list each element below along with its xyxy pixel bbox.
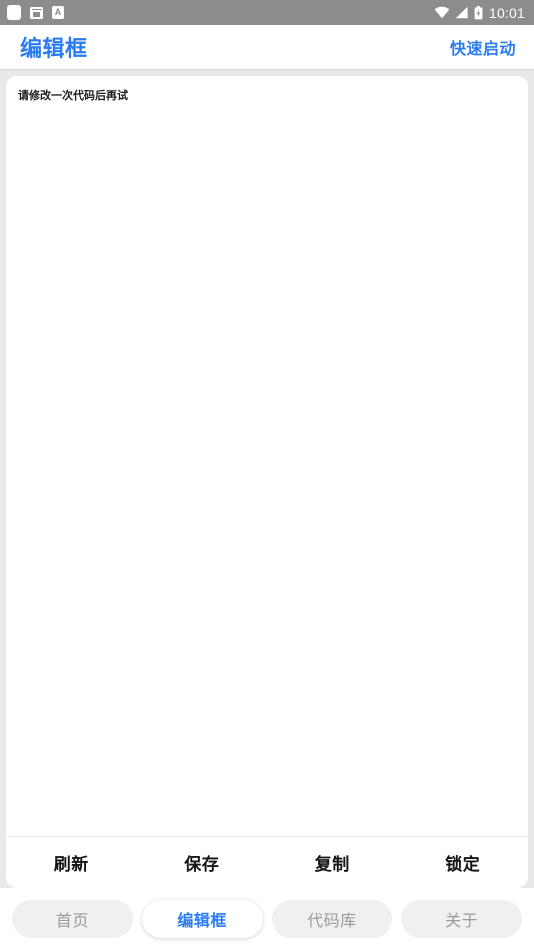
status-bar-clock: 10:01 <box>488 4 525 21</box>
battery-charging-icon <box>474 5 483 19</box>
page-title: 编辑框 <box>20 36 88 61</box>
content-area: 请修改一次代码后再试 刷新 保存 复制 锁定 <box>0 70 534 888</box>
save-button[interactable]: 保存 <box>137 850 268 875</box>
app-square-icon <box>7 5 21 20</box>
signal-icon <box>455 6 468 19</box>
bottom-tab-bar: 首页 编辑框 代码库 关于 <box>0 888 534 950</box>
editor-card: 请修改一次代码后再试 刷新 保存 复制 锁定 <box>6 76 528 888</box>
status-bar-right-icons: 10:01 <box>434 5 525 21</box>
quick-launch-button[interactable]: 快速启动 <box>450 35 516 59</box>
editor-action-bar: 刷新 保存 复制 锁定 <box>6 836 528 888</box>
status-bar-left-icons: A <box>7 5 64 20</box>
refresh-button[interactable]: 刷新 <box>6 850 137 875</box>
copy-button[interactable]: 复制 <box>267 850 398 875</box>
code-editor-input[interactable]: 请修改一次代码后再试 <box>6 76 528 836</box>
translate-a-icon: A <box>52 6 64 19</box>
wifi-icon <box>434 6 450 19</box>
mail-icon <box>30 6 43 19</box>
status-bar: A 10:01 <box>0 0 534 25</box>
lock-button[interactable]: 锁定 <box>398 850 529 875</box>
app-root: A 10:01 编辑框 快速启动 请修改一次代码后再试 刷新 保存 复制 锁定 … <box>0 0 534 950</box>
tab-home[interactable]: 首页 <box>12 900 133 938</box>
tab-code-library[interactable]: 代码库 <box>271 900 393 938</box>
tab-editor[interactable]: 编辑框 <box>141 900 263 938</box>
app-header: 编辑框 快速启动 <box>0 25 534 70</box>
tab-about[interactable]: 关于 <box>401 900 522 938</box>
